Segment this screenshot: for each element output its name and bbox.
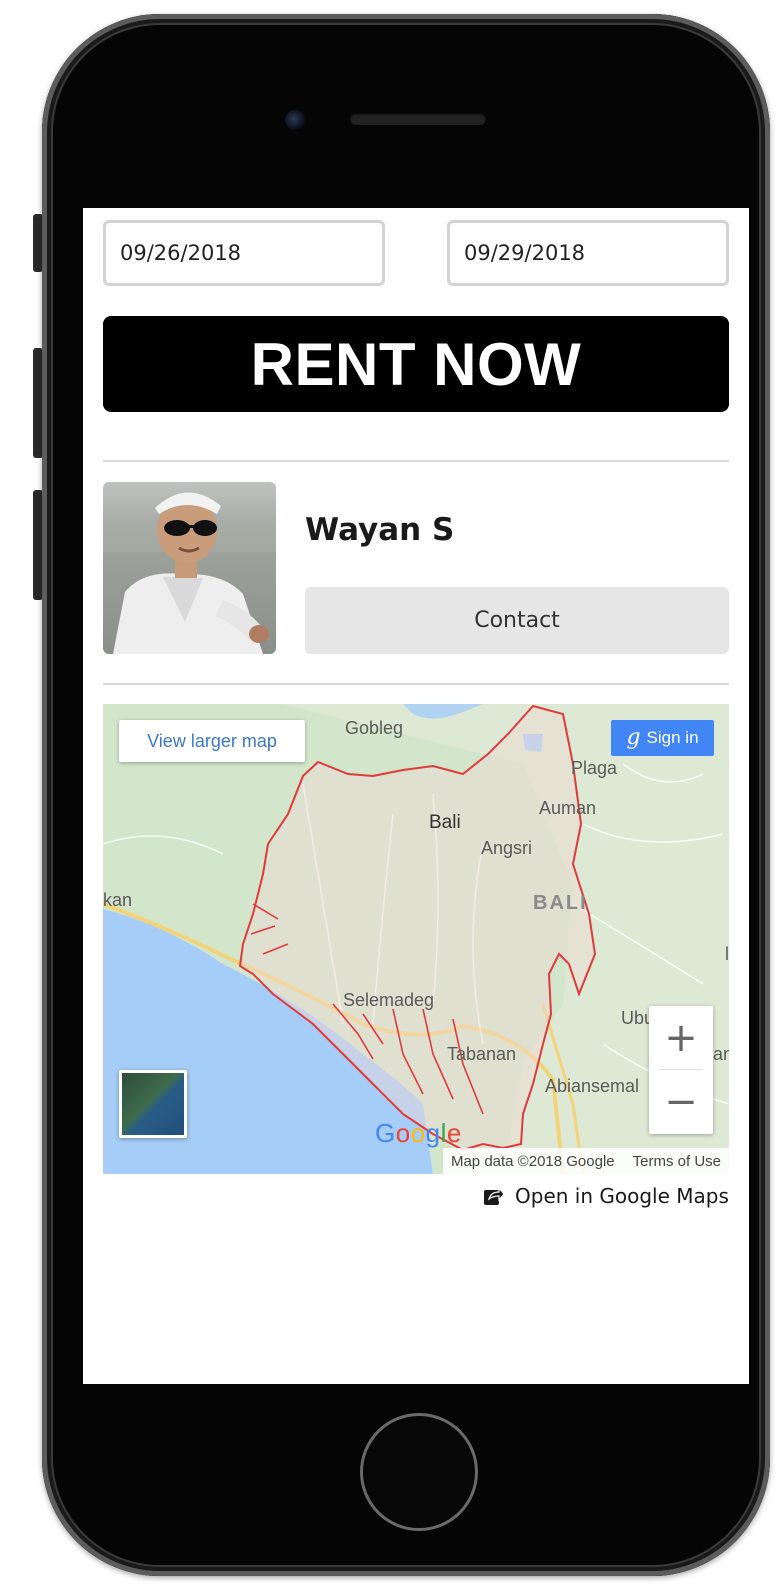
- zoom-in-button[interactable]: +: [649, 1006, 713, 1070]
- contact-button[interactable]: Contact: [305, 587, 729, 654]
- host-name: Wayan S: [305, 512, 455, 548]
- map-data-credit: Map data ©2018 Google: [450, 1152, 615, 1170]
- google-logo: Google: [375, 1118, 462, 1148]
- stage: RENT NOW: [0, 0, 778, 1589]
- divider: [103, 683, 729, 685]
- end-date-input[interactable]: [447, 220, 729, 286]
- map-embed[interactable]: Gobleg Plaga Bali Auman Angsri BALI kan …: [103, 704, 729, 1174]
- map-label-kan: kan: [103, 890, 133, 910]
- map-label-abiansemal: Abiansemal: [545, 1076, 640, 1096]
- map-label-bali-region: BALI: [533, 892, 588, 914]
- phone-screen: RENT NOW: [83, 208, 749, 1384]
- host-avatar: [103, 482, 276, 654]
- view-larger-map-button[interactable]: View larger map: [119, 720, 305, 762]
- map-label-edge-right: an: [713, 1044, 729, 1064]
- map-attribution: Map data ©2018 Google Terms of Use: [442, 1148, 729, 1174]
- map-label-selemadeg: Selemadeg: [343, 990, 435, 1010]
- google-plus-icon: g: [626, 725, 641, 750]
- rent-now-button[interactable]: RENT NOW: [103, 316, 729, 412]
- satellite-toggle[interactable]: [119, 1070, 187, 1138]
- divider: [103, 460, 729, 462]
- map-base-layer: [103, 704, 729, 1174]
- zoom-out-button[interactable]: −: [649, 1070, 713, 1134]
- zoom-separator: [659, 1069, 703, 1070]
- map-label-angsri: Angsri: [481, 838, 533, 858]
- open-in-google-maps-link[interactable]: Open in Google Maps: [483, 1184, 729, 1208]
- external-link-icon: [484, 1186, 505, 1205]
- google-sign-in-button[interactable]: g Sign in: [611, 720, 714, 756]
- front-camera: [285, 110, 305, 130]
- map-label-tabanan: Tabanan: [447, 1044, 517, 1064]
- map-label-gobleg: Gobleg: [345, 718, 404, 738]
- open-in-google-maps-label: Open in Google Maps: [515, 1184, 729, 1208]
- start-date-input[interactable]: [103, 220, 385, 286]
- map-label-bali-town: Bali: [429, 812, 461, 833]
- terms-of-use-link[interactable]: Terms of Use: [633, 1153, 721, 1170]
- home-button[interactable]: [360, 1413, 478, 1531]
- zoom-control: + −: [649, 1006, 713, 1134]
- sign-in-label: Sign in: [646, 728, 699, 747]
- earpiece-speaker: [350, 113, 486, 125]
- map-label-auman: Auman: [539, 798, 597, 818]
- map-label-plaga: Plaga: [571, 758, 618, 778]
- host-photo-icon: [103, 482, 276, 654]
- map-label-edge-l: l: [725, 944, 729, 964]
